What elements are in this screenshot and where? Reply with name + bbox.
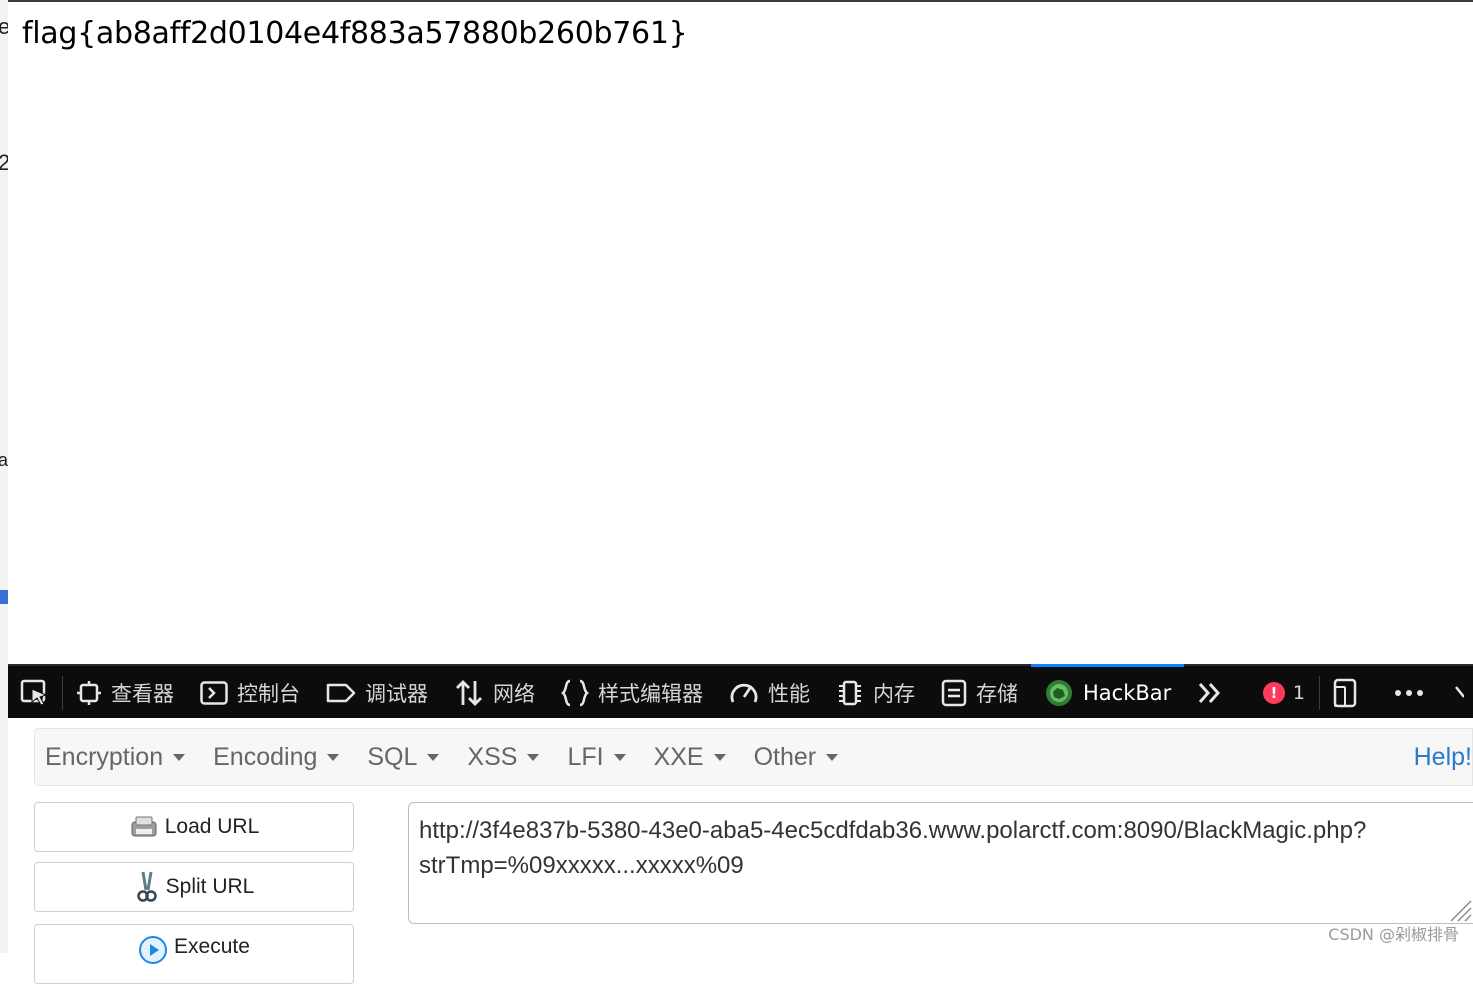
network-icon xyxy=(456,680,482,706)
caret-down-icon xyxy=(173,753,186,761)
tab-debugger[interactable]: 调试器 xyxy=(313,666,441,720)
edge-blue-marker xyxy=(0,590,8,604)
more-options-button[interactable] xyxy=(1381,666,1446,720)
element-picker-icon xyxy=(20,679,48,706)
overflow-tabs-button[interactable] xyxy=(1184,666,1245,720)
edge-fragment: a xyxy=(0,450,8,471)
tab-label: 查看器 xyxy=(111,682,174,706)
menu-xxe[interactable]: XXE xyxy=(644,743,744,772)
split-url-button[interactable]: Split URL xyxy=(34,862,354,912)
tab-label: 性能 xyxy=(768,682,810,706)
menu-label: SQL xyxy=(367,742,418,771)
load-url-icon xyxy=(131,816,157,837)
tab-inspector[interactable]: 查看器 xyxy=(63,666,187,720)
tab-network[interactable]: 网络 xyxy=(441,666,548,720)
console-icon xyxy=(200,681,228,705)
tab-label: 控制台 xyxy=(237,682,300,706)
tab-label: 调试器 xyxy=(365,682,428,706)
execute-button[interactable]: Execute xyxy=(34,924,354,984)
resize-handle-icon[interactable] xyxy=(1447,897,1473,923)
play-icon xyxy=(139,936,168,964)
scissors-icon xyxy=(136,871,157,902)
tab-label: 样式编辑器 xyxy=(598,682,703,706)
caret-down-icon xyxy=(527,753,540,761)
hackbar-panel: Encryption Encoding SQL XSS LFI XXE Othe… xyxy=(8,718,1473,984)
menu-label: LFI xyxy=(567,742,604,771)
tab-style-editor[interactable]: 样式编辑器 xyxy=(548,666,716,720)
tab-storage[interactable]: 存储 xyxy=(928,666,1031,720)
caret-down-icon xyxy=(826,753,839,761)
hackbar-icon xyxy=(1046,680,1072,706)
menu-label: Encoding xyxy=(213,742,318,771)
performance-icon xyxy=(730,683,758,703)
url-textarea[interactable]: http://3f4e837b-5380-43e0-aba5-4ec5cdfda… xyxy=(408,802,1473,924)
tab-console[interactable]: 控制台 xyxy=(187,666,313,720)
style-editor-icon xyxy=(561,679,589,707)
menu-label: XSS xyxy=(467,742,518,771)
url-text-line: http://3f4e837b-5380-43e0-aba5-4ec5cdfda… xyxy=(419,817,1367,844)
tab-label: 内存 xyxy=(873,682,915,706)
help-link[interactable]: Help! xyxy=(1414,743,1472,772)
caret-down-icon xyxy=(713,753,726,761)
tab-performance[interactable]: 性能 xyxy=(716,666,823,720)
hackbar-menu-bar: Encryption Encoding SQL XSS LFI XXE Othe… xyxy=(34,728,1473,786)
tab-label: HackBar xyxy=(1083,681,1172,705)
menu-xss[interactable]: XSS xyxy=(457,743,557,772)
caret-down-icon xyxy=(613,753,626,761)
close-icon xyxy=(1455,686,1464,698)
responsive-design-button[interactable] xyxy=(1320,666,1381,720)
button-label: Execute xyxy=(174,935,250,958)
tab-hackbar[interactable]: HackBar xyxy=(1031,664,1185,720)
tab-label: 网络 xyxy=(493,682,535,706)
memory-icon xyxy=(839,680,861,706)
menu-label: XXE xyxy=(653,742,704,771)
menu-lfi[interactable]: LFI xyxy=(557,743,643,772)
element-picker-button[interactable] xyxy=(8,666,62,720)
menu-label: Encryption xyxy=(45,742,164,771)
error-icon: ! xyxy=(1262,682,1285,704)
close-devtools-button[interactable] xyxy=(1446,666,1473,720)
inspector-icon xyxy=(77,681,101,705)
storage-icon xyxy=(941,679,967,707)
button-label: Split URL xyxy=(165,875,255,898)
menu-other[interactable]: Other xyxy=(744,743,857,772)
menu-label: Other xyxy=(753,742,817,771)
caret-down-icon xyxy=(427,753,440,761)
error-count-button[interactable]: ! 1 xyxy=(1250,666,1319,720)
button-label: Load URL xyxy=(164,815,260,838)
menu-encoding[interactable]: Encoding xyxy=(203,743,357,772)
watermark-text: CSDN @剁椒排骨 xyxy=(1328,925,1459,944)
load-url-button[interactable]: Load URL xyxy=(34,802,354,852)
debugger-icon xyxy=(326,683,356,703)
tab-memory[interactable]: 内存 xyxy=(823,666,928,720)
url-text-line: strTmp=%09xxxxx...xxxxx%09 xyxy=(419,852,744,879)
tab-label: 存储 xyxy=(976,682,1018,706)
responsive-design-icon xyxy=(1333,678,1357,708)
page-viewport: flag{ab8aff2d0104e4f883a57880b260b761} xyxy=(8,2,1473,664)
menu-sql[interactable]: SQL xyxy=(357,743,457,772)
caret-down-icon xyxy=(327,753,340,761)
error-count: 1 xyxy=(1292,682,1305,704)
ellipsis-icon xyxy=(1395,690,1423,696)
menu-encryption[interactable]: Encryption xyxy=(35,743,203,772)
devtools-toolbar: 查看器 控制台 调试器 网络 样式编辑器 性能 内存 存储 HackBar ! … xyxy=(8,664,1473,720)
flag-text: flag{ab8aff2d0104e4f883a57880b260b761} xyxy=(22,16,688,51)
double-chevron-right-icon xyxy=(1199,683,1221,703)
